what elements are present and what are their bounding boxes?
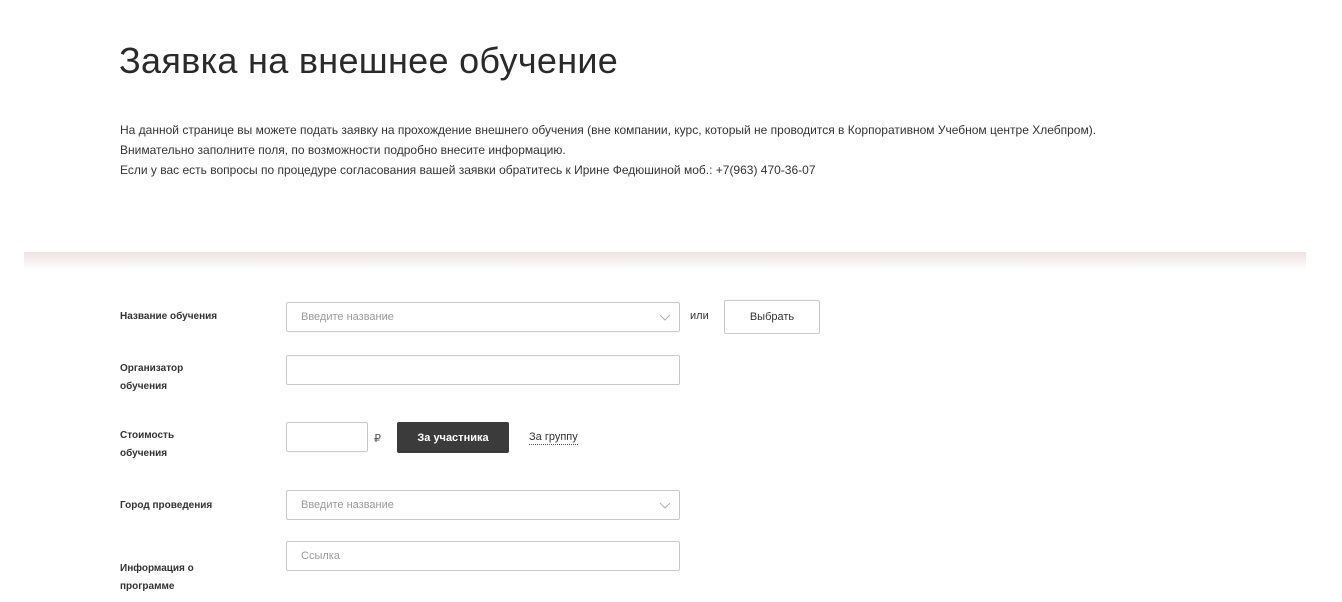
per-participant-button[interactable]: За участника [397, 422, 509, 453]
cost-label: Стоимость обучения [120, 427, 260, 463]
program-info-field[interactable] [286, 541, 680, 571]
city-label: Город проведения [120, 500, 213, 511]
training-name-select[interactable] [286, 302, 680, 332]
cost-field[interactable] [286, 422, 368, 452]
organizer-input[interactable] [301, 357, 679, 383]
per-group-link[interactable]: За группу [529, 431, 578, 445]
organizer-label-line: обучения [120, 381, 168, 392]
chevron-down-icon [659, 502, 671, 509]
training-name-label: Название обучения [120, 311, 218, 322]
training-name-input[interactable] [301, 304, 679, 330]
page-title: Заявка на внешнее обучение [119, 40, 619, 81]
or-label: или [690, 310, 709, 322]
cost-label-line: Стоимость [120, 430, 175, 441]
city-input[interactable] [301, 492, 679, 518]
program-info-label-line: Информация о [120, 563, 194, 574]
cost-input[interactable] [293, 424, 367, 450]
program-info-label: Информация о программе [120, 560, 260, 596]
city-select[interactable] [286, 490, 680, 520]
currency-symbol: ₽ [374, 433, 381, 445]
organizer-label: Организатор обучения [120, 360, 260, 396]
intro-paragraph: Внимательно заполните поля, по возможнос… [120, 143, 566, 157]
cost-label-line: обучения [120, 448, 168, 459]
program-link-input[interactable] [301, 543, 679, 569]
page: Заявка на внешнее обучение На данной стр… [0, 0, 1342, 602]
intro-paragraph: На данной странице вы можете подать заяв… [120, 123, 1097, 137]
choose-button[interactable]: Выбрать [724, 300, 820, 334]
program-info-label-line: программе [120, 581, 175, 592]
chevron-down-icon [659, 314, 671, 321]
organizer-field[interactable] [286, 355, 680, 385]
intro-paragraph: Если у вас есть вопросы по процедуре сог… [120, 163, 816, 177]
section-divider [24, 252, 1306, 270]
organizer-label-line: Организатор [120, 363, 184, 374]
intro-text: На данной странице вы можете подать заяв… [120, 120, 1230, 180]
